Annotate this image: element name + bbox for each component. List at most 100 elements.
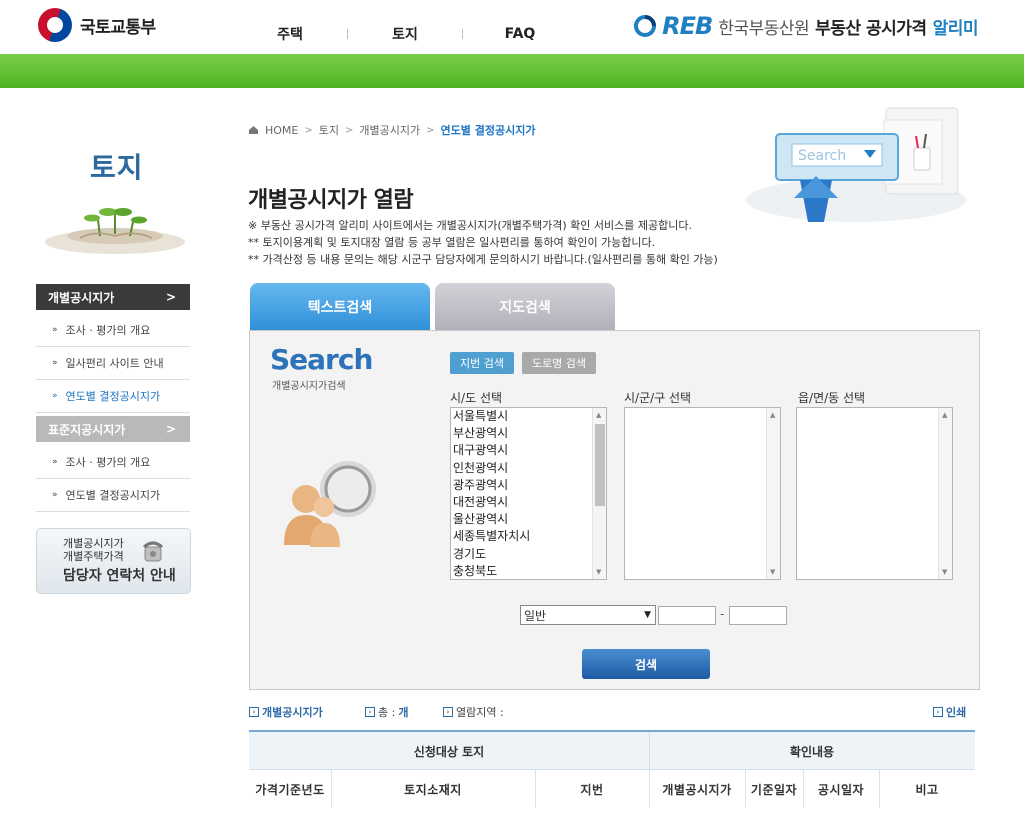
- sidebar-item-yearly-price-active[interactable]: » 연도별 결정공시지가: [36, 380, 190, 413]
- result-summary-bar: › 개별공시지가 › 총 : 개 › 열람지역 : › 인쇄: [249, 704, 974, 720]
- sub-lot-number-input[interactable]: [729, 606, 787, 625]
- eupmyeondong-label: 읍/면/동 선택: [798, 391, 866, 405]
- col-announcement-date: 공시일자: [817, 783, 865, 797]
- sidebar-item-ilsapyeonri-guide[interactable]: » 일사편리 사이트 안내: [36, 347, 190, 380]
- contact-line-1: 개별공시지가: [63, 537, 124, 550]
- sigungu-listbox[interactable]: ▲ ▼: [624, 407, 781, 580]
- arrow-box-icon: ›: [443, 707, 453, 717]
- breadcrumb-individual-price[interactable]: 개별공시지가: [359, 122, 420, 138]
- scrollbar-thumb[interactable]: [595, 424, 605, 506]
- nav-item-faq[interactable]: FAQ: [490, 26, 550, 42]
- sprout-illustration-icon: [45, 208, 185, 254]
- sidebar-item-standard-yearly-price[interactable]: » 연도별 결정공시지가: [36, 479, 190, 512]
- sido-option[interactable]: 서울특별시: [451, 408, 606, 425]
- double-chevron-icon: »: [52, 490, 58, 500]
- svg-text:Search: Search: [798, 148, 846, 164]
- main-lot-number-input[interactable]: [658, 606, 716, 625]
- scroll-down-arrow-icon[interactable]: ▼: [596, 568, 601, 576]
- sido-option[interactable]: 경기도: [451, 546, 606, 563]
- sido-option[interactable]: 세종특별자치시: [451, 528, 606, 545]
- reb-circle-icon: [634, 15, 657, 37]
- listbox-scrollbar[interactable]: ▲ ▼: [766, 408, 780, 579]
- sido-label: 시/도 선택: [450, 391, 503, 405]
- sidebar-item-survey-overview[interactable]: » 조사 · 평가의 개요: [36, 314, 190, 347]
- reb-org-name: 한국부동산원: [718, 18, 810, 39]
- result-total-label: 총 :: [378, 706, 396, 719]
- reb-wordmark: REB: [662, 12, 713, 40]
- sido-listbox[interactable]: 서울특별시 부산광역시 대구광역시 인천광역시 광주광역시 대전광역시 울산광역…: [450, 407, 607, 580]
- sido-option[interactable]: 대전광역시: [451, 494, 606, 511]
- search-logo-caption: 개별공시지가검색: [272, 381, 346, 392]
- lot-number-search-button[interactable]: 지번 검색: [450, 352, 514, 374]
- reb-logo[interactable]: REB 한국부동산원 부동산 공시가격 알리미: [634, 12, 979, 40]
- page-title: 개별공시지가 열람: [248, 188, 414, 213]
- ministry-logo[interactable]: 국토교통부: [38, 8, 156, 42]
- main-nav: 주택 토지 FAQ: [260, 24, 550, 44]
- scroll-down-arrow-icon[interactable]: ▼: [942, 568, 947, 576]
- tab-map-search[interactable]: 지도검색: [435, 283, 615, 331]
- notice-text: ※ 부동산 공시가격 알리미 사이트에서는 개별공시지가(개별주택가격) 확인 …: [248, 217, 718, 268]
- eupmyeondong-listbox[interactable]: ▲ ▼: [796, 407, 953, 580]
- sidebar-group-standard-land-price[interactable]: 표준지공시지가 >: [36, 416, 190, 442]
- tab-text-search[interactable]: 텍스트검색: [250, 283, 430, 331]
- sido-option[interactable]: 광주광역시: [451, 477, 606, 494]
- search-logo: Search: [270, 343, 373, 376]
- sidebar-item-standard-survey-overview[interactable]: » 조사 · 평가의 개요: [36, 446, 190, 479]
- listbox-scrollbar[interactable]: ▲ ▼: [592, 408, 606, 579]
- col-base-date: 기준일자: [750, 783, 798, 797]
- group-header-confirmation: 확인내용: [789, 745, 835, 759]
- breadcrumb-home[interactable]: HOME: [265, 124, 298, 137]
- nav-item-land[interactable]: 토지: [375, 24, 435, 44]
- double-chevron-icon: »: [52, 391, 58, 401]
- double-chevron-icon: »: [52, 457, 58, 467]
- search-button[interactable]: 검색: [582, 649, 710, 679]
- sidebar-group-label: 표준지공시지가: [48, 422, 126, 437]
- print-label: 인쇄: [946, 706, 967, 719]
- nav-item-housing[interactable]: 주택: [260, 24, 320, 44]
- person-magnifier-illustration: [284, 461, 376, 547]
- col-individual-price: 개별공시지가: [662, 783, 732, 797]
- breadcrumb-land[interactable]: 토지: [319, 122, 339, 138]
- scroll-down-arrow-icon[interactable]: ▼: [770, 568, 775, 576]
- col-price-year: 가격기준년도: [255, 783, 325, 797]
- sidebar-item-label: 연도별 결정공시지가: [65, 489, 161, 502]
- sido-option[interactable]: 울산광역시: [451, 511, 606, 528]
- sidebar-group-individual-land-price[interactable]: 개별공시지가 >: [36, 284, 190, 310]
- breadcrumb-separator-icon: >: [426, 124, 435, 136]
- sidebar-item-label: 연도별 결정공시지가: [65, 390, 161, 403]
- chevron-right-icon: >: [165, 290, 176, 304]
- col-remarks: 비고: [915, 783, 939, 797]
- sido-option[interactable]: 충청북도: [451, 563, 606, 579]
- lot-type-select[interactable]: 일반 ▼: [520, 605, 656, 625]
- result-region-label: 열람지역 :: [456, 706, 504, 719]
- scroll-up-arrow-icon[interactable]: ▲: [596, 411, 601, 419]
- breadcrumb-separator-icon: >: [345, 124, 354, 136]
- notice-line: ※ 부동산 공시가격 알리미 사이트에서는 개별공시지가(개별주택가격) 확인 …: [248, 219, 692, 232]
- result-total: › 총 : 개: [365, 704, 408, 720]
- scroll-up-arrow-icon[interactable]: ▲: [770, 411, 775, 419]
- breadcrumb-separator-icon: >: [304, 124, 313, 136]
- service-name: 부동산 공시가격: [815, 18, 927, 39]
- table-column-header-row: 가격기준년도 토지소재지 지번 개별공시지가 기준일자 공시일자 비고: [249, 770, 975, 808]
- contact-line-3: 담당자 연락처 안내: [63, 568, 176, 584]
- arrow-box-icon: ›: [933, 707, 943, 717]
- nav-divider: [347, 29, 348, 39]
- road-name-search-button[interactable]: 도로명 검색: [522, 352, 596, 374]
- col-land-location: 토지소재지: [404, 783, 462, 797]
- scroll-up-arrow-icon[interactable]: ▲: [942, 411, 947, 419]
- sido-option[interactable]: 인천광역시: [451, 460, 606, 477]
- print-button[interactable]: › 인쇄: [933, 704, 966, 720]
- taegeuk-emblem-icon: [38, 8, 72, 42]
- sigungu-label: 시/군/구 선택: [624, 391, 692, 405]
- sido-option[interactable]: 대구광역시: [451, 442, 606, 459]
- search-hero-illustration: Search: [746, 107, 966, 222]
- arrow-box-icon: ›: [249, 707, 259, 717]
- contact-info-button[interactable]: 개별공시지가 개별주택가격 담당자 연락처 안내: [36, 528, 191, 594]
- sidebar-title: 토지: [90, 151, 144, 184]
- table-group-header-row: 신청대상 토지 확인내용: [249, 732, 975, 770]
- chevron-right-icon: >: [165, 422, 176, 436]
- breadcrumb-current: 연도별 결정공시지가: [440, 124, 536, 137]
- result-region: › 열람지역 :: [443, 704, 504, 720]
- listbox-scrollbar[interactable]: ▲ ▼: [938, 408, 952, 579]
- sido-option[interactable]: 부산광역시: [451, 425, 606, 442]
